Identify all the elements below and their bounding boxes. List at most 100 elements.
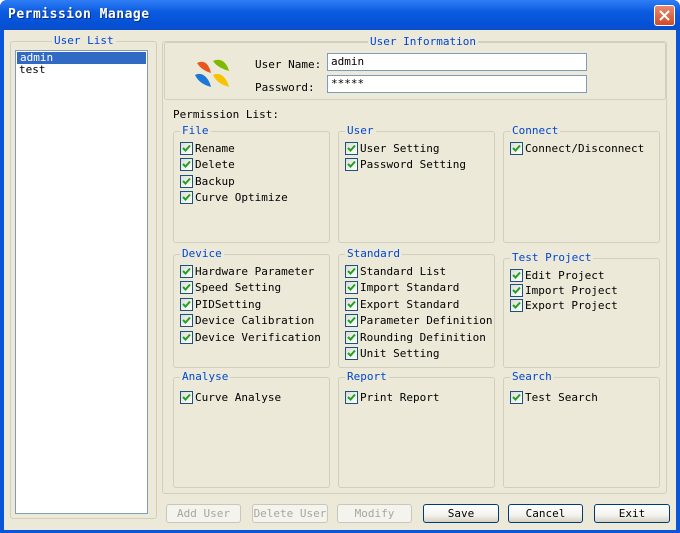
unit-setting-checkbox-box[interactable] <box>345 347 358 360</box>
permission-panel: User Information User Name: admin Passwo… <box>162 36 667 494</box>
pid-setting-checkbox-box[interactable] <box>180 298 193 311</box>
user-setting-checkbox-box[interactable] <box>345 142 358 155</box>
connect-disconnect-checkbox-box[interactable] <box>510 142 523 155</box>
dialog-body: User List admin test User Information Us… <box>4 30 676 530</box>
save-button[interactable]: Save <box>423 504 499 523</box>
user-list-item-test[interactable]: test <box>16 64 147 76</box>
report-group-title: Report <box>345 370 389 383</box>
export-standard-label: Export Standard <box>360 298 460 311</box>
exit-button[interactable]: Exit <box>594 504 670 523</box>
user-information-title: User Information <box>368 35 478 48</box>
device-group: Device Hardware Parameter Speed Setting … <box>173 248 330 368</box>
check-icon <box>512 286 521 294</box>
check-icon <box>512 301 521 309</box>
user-setting-label: User Setting <box>360 142 440 155</box>
user-listbox[interactable]: admin test <box>15 50 148 514</box>
curve-optimize-checkbox-box[interactable] <box>180 191 193 204</box>
device-verification-checkbox-box[interactable] <box>180 331 193 344</box>
standard-list-checkbox-box[interactable] <box>345 265 358 278</box>
pid-setting-label: PIDSetting <box>195 298 262 311</box>
user-group-title: User <box>345 124 376 137</box>
device-verification-label: Device Verification <box>195 331 321 344</box>
device-calibration-checkbox-box[interactable] <box>180 314 193 327</box>
permission-list-label: Permission List: <box>173 108 279 121</box>
cancel-button[interactable]: Cancel <box>508 504 583 523</box>
edit-project-checkbox-box[interactable] <box>510 269 523 282</box>
user-list-group: User List admin test <box>10 35 157 519</box>
test-search-checkbox-box[interactable] <box>510 391 523 404</box>
rounding-definition-label: Rounding Definition <box>360 331 486 344</box>
import-project-label: Import Project <box>525 284 618 297</box>
rounding-definition-checkbox-box[interactable] <box>345 331 358 344</box>
test-project-group: Test Project Edit Project Import Project… <box>503 252 660 368</box>
window-title: Permission Manage <box>8 7 150 22</box>
export-project-label: Export Project <box>525 299 618 312</box>
backup-label: Backup <box>195 175 235 188</box>
check-icon <box>182 267 191 275</box>
check-icon <box>182 144 191 152</box>
export-project-checkbox-box[interactable] <box>510 299 523 312</box>
standard-list-label: Standard List <box>360 265 447 278</box>
password-setting-label: Password Setting <box>360 158 466 171</box>
username-field[interactable]: admin <box>327 53 587 71</box>
title-bar[interactable]: Permission Manage <box>0 0 680 30</box>
delete-checkbox-box[interactable] <box>180 158 193 171</box>
user-group: User User Setting Password Setting <box>338 125 495 243</box>
close-icon <box>659 10 670 21</box>
analyse-group: Analyse Curve Analyse <box>173 371 330 488</box>
parameter-definition-checkbox-box[interactable] <box>345 314 358 327</box>
check-icon <box>182 316 191 324</box>
close-button[interactable] <box>654 5 675 26</box>
password-label: Password: <box>255 81 315 94</box>
check-icon <box>182 160 191 168</box>
import-standard-checkbox-box[interactable] <box>345 281 358 294</box>
import-standard-label: Import Standard <box>360 281 460 294</box>
check-icon <box>347 349 356 357</box>
print-report-label: Print Report <box>360 391 440 404</box>
hardware-parameter-label: Hardware Parameter <box>195 265 315 278</box>
test-search-label: Test Search <box>525 391 598 404</box>
check-icon <box>182 283 191 291</box>
curve-analyse-checkbox-box[interactable] <box>180 391 193 404</box>
check-icon <box>182 177 191 185</box>
check-icon <box>347 316 356 324</box>
user-information-group: User Information User Name: admin Passwo… <box>164 36 666 100</box>
add-user-button[interactable]: Add User <box>166 504 241 523</box>
curve-analyse-label: Curve Analyse <box>195 391 282 404</box>
edit-project-label: Edit Project <box>525 269 605 282</box>
check-icon <box>347 144 356 152</box>
permission-manage-window: Permission Manage User List admin test U… <box>0 0 680 533</box>
check-icon <box>182 393 191 401</box>
check-icon <box>182 300 191 308</box>
hardware-parameter-checkbox-box[interactable] <box>180 265 193 278</box>
modify-button[interactable]: Modify <box>337 504 412 523</box>
username-label: User Name: <box>255 58 322 71</box>
report-group: Report Print Report <box>338 371 495 488</box>
test-project-group-title: Test Project <box>510 251 594 264</box>
curve-optimize-label: Curve Optimize <box>195 191 288 204</box>
check-icon <box>347 160 356 168</box>
delete-label: Delete <box>195 158 235 171</box>
password-field[interactable]: ***** <box>327 75 587 93</box>
import-project-checkbox-box[interactable] <box>510 284 523 297</box>
rename-label: Rename <box>195 142 235 155</box>
print-report-checkbox-box[interactable] <box>345 391 358 404</box>
check-icon <box>347 283 356 291</box>
file-group: File Rename Delete Backup Curve Optimize <box>173 125 330 243</box>
rename-checkbox-box[interactable] <box>180 142 193 155</box>
backup-checkbox-box[interactable] <box>180 175 193 188</box>
export-standard-checkbox-box[interactable] <box>345 298 358 311</box>
delete-user-button[interactable]: Delete User <box>252 504 328 523</box>
check-icon <box>347 333 356 341</box>
analyse-group-title: Analyse <box>180 370 231 383</box>
standard-group-title: Standard <box>345 247 402 260</box>
password-setting-checkbox-box[interactable] <box>345 158 358 171</box>
parameter-definition-label: Parameter Definition <box>360 314 493 327</box>
check-icon <box>182 333 191 341</box>
connect-disconnect-label: Connect/Disconnect <box>525 142 645 155</box>
check-icon <box>512 271 521 279</box>
search-group-title: Search <box>510 370 554 383</box>
connect-group-title: Connect <box>510 124 561 137</box>
speed-setting-checkbox-box[interactable] <box>180 281 193 294</box>
file-group-title: File <box>180 124 211 137</box>
